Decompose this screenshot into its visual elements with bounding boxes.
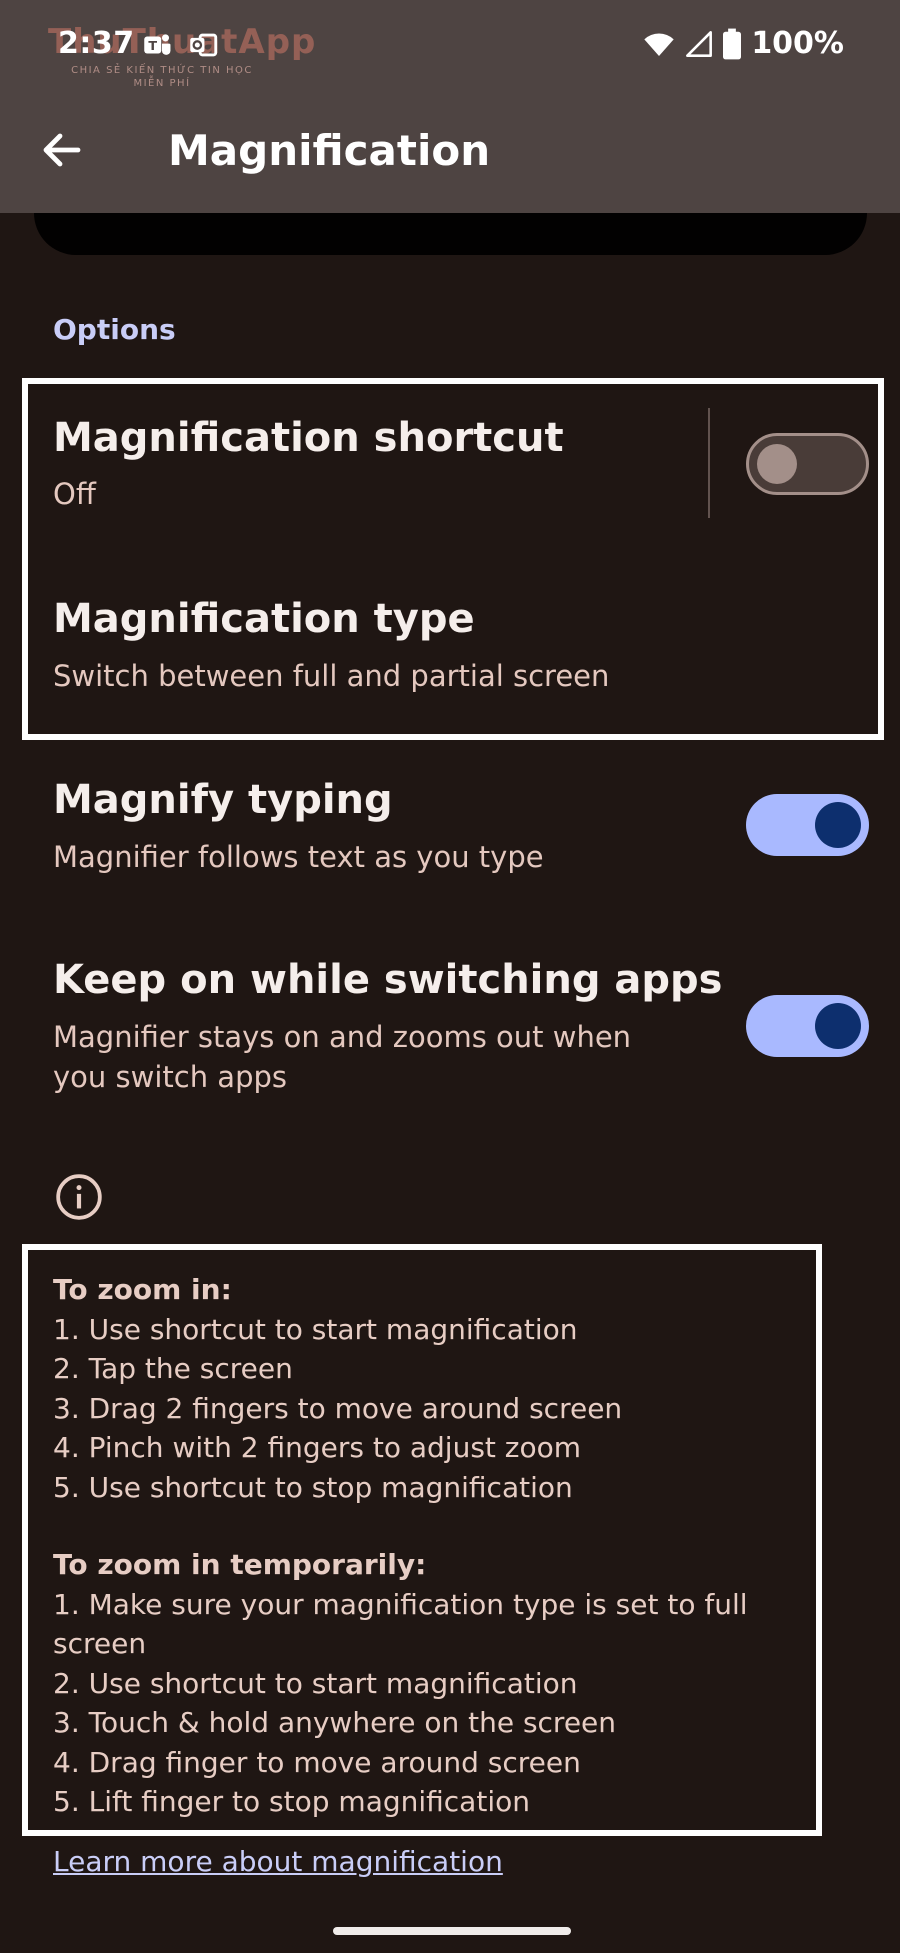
magnify-typing-subtitle: Magnifier follows text as you type	[53, 840, 544, 874]
section-title-options: Options	[53, 313, 176, 346]
status-time: 2:37	[58, 26, 135, 61]
toggle-thumb	[757, 444, 797, 484]
instruction-step: 5. Lift finger to stop magnification	[53, 1785, 530, 1818]
app-bar: ThuThuatApp CHIA SẺ KIẾN THỨC TIN HỌC MI…	[0, 0, 900, 213]
type-subtitle: Switch between full and partial screen	[53, 659, 610, 693]
svg-text:T: T	[148, 39, 157, 54]
outlook-icon	[190, 33, 218, 57]
teams-icon: T	[144, 34, 171, 55]
instruction-step: 1. Use shortcut to start magnification	[53, 1312, 578, 1346]
system-status: 100%	[643, 26, 844, 61]
magnification-preview	[34, 213, 867, 255]
instruction-step: 1. Make sure your magnification type is …	[53, 1587, 748, 1661]
wifi-icon	[644, 32, 674, 56]
toggle-thumb	[815, 1003, 861, 1049]
shortcut-status: Off	[53, 477, 96, 511]
zoom-in-heading: To zoom in:	[53, 1273, 232, 1306]
learn-more-link[interactable]: Learn more about magnification	[53, 1845, 503, 1878]
signal-icon	[686, 30, 713, 57]
instruction-step: 4. Drag finger to move around screen	[53, 1745, 581, 1779]
shortcut-toggle[interactable]	[746, 433, 869, 495]
instruction-step: 5. Use shortcut to stop magnification	[53, 1470, 573, 1504]
shortcut-title: Magnification shortcut	[53, 415, 564, 461]
keep-on-toggle[interactable]	[746, 995, 869, 1057]
zoom-temp-heading: To zoom in temporarily:	[53, 1548, 427, 1581]
arrow-back-icon[interactable]	[38, 126, 86, 174]
magnify-typing-toggle[interactable]	[746, 794, 869, 856]
keep-on-title: Keep on while switching apps	[53, 957, 723, 1003]
magnification-instructions: To zoom in: 1. Use shortcut to start mag…	[53, 1270, 813, 1822]
row-divider	[708, 408, 710, 518]
type-title: Magnification type	[53, 596, 475, 642]
info-icon	[56, 1174, 102, 1220]
instruction-step: 2. Use shortcut to start magnification	[53, 1666, 578, 1700]
keep-on-subtitle: Magnifier stays on and zooms out when yo…	[53, 1020, 632, 1094]
gesture-nav-handle[interactable]	[333, 1927, 571, 1935]
instruction-step: 4. Pinch with 2 fingers to adjust zoom	[53, 1431, 582, 1464]
notification-icons: T	[140, 28, 220, 62]
instruction-step: 2. Tap the screen	[53, 1352, 293, 1385]
magnify-typing-title: Magnify typing	[53, 777, 393, 823]
battery-icon	[723, 28, 742, 59]
watermark-tagline: CHIA SẺ KIẾN THỨC TIN HỌC MIỄN PHÍ	[71, 65, 253, 89]
battery-percentage: 100%	[751, 26, 844, 61]
instruction-step: 3. Touch & hold anywhere on the screen	[53, 1706, 617, 1739]
toggle-thumb	[815, 802, 861, 848]
page-title: Magnification	[168, 126, 491, 175]
instruction-step: 3. Drag 2 fingers to move around screen	[53, 1391, 623, 1425]
